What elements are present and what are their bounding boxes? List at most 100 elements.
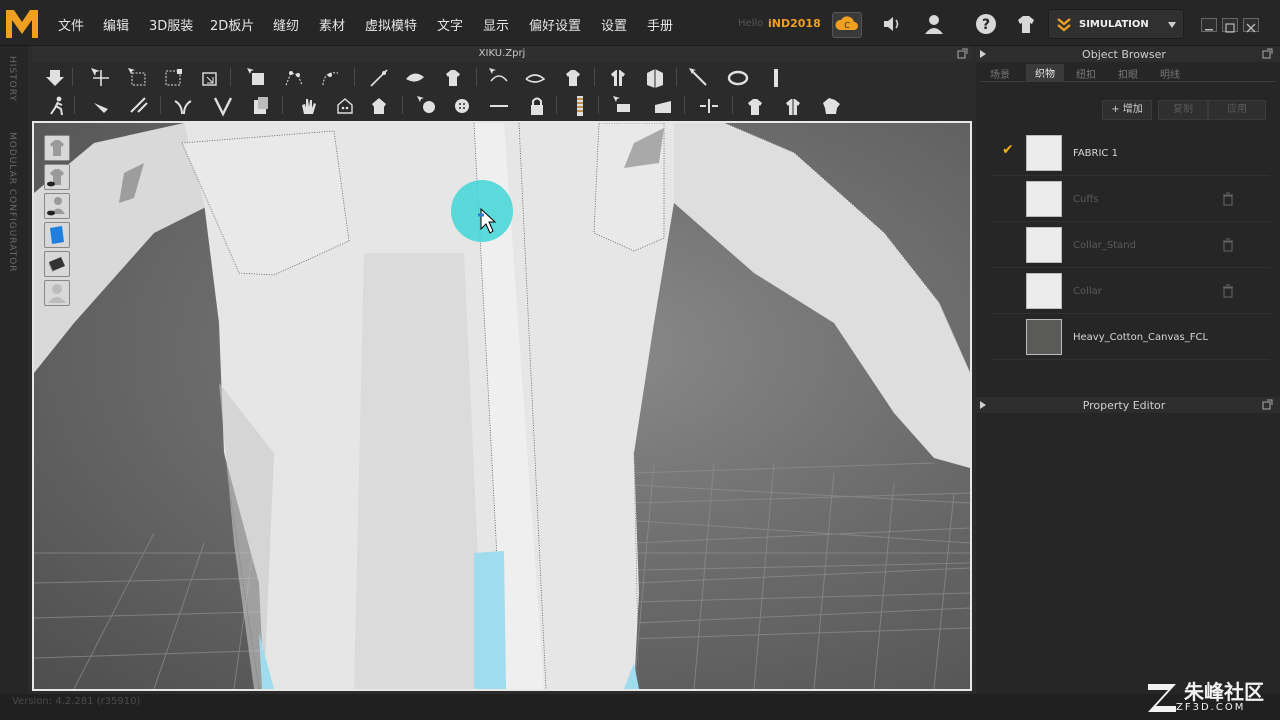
avatar-visibility-toggle[interactable] (44, 135, 70, 161)
measure-icon[interactable] (644, 67, 666, 89)
shirt-front-icon[interactable] (744, 95, 766, 117)
garment-tuck-icon[interactable] (442, 67, 464, 89)
shirt-icon[interactable] (562, 67, 584, 89)
garment-settings-icon[interactable] (1014, 12, 1038, 36)
edit-point-icon[interactable] (283, 67, 305, 89)
arrange-icon[interactable] (488, 67, 510, 89)
avatar-icon[interactable] (607, 67, 629, 89)
undock-icon[interactable] (1262, 48, 1273, 59)
walk-icon[interactable] (46, 95, 68, 117)
apply-fabric-button[interactable]: 应用 (1208, 100, 1266, 120)
hand-icon[interactable] (297, 95, 319, 117)
edit-pattern-icon[interactable] (246, 67, 268, 89)
trash-icon[interactable] (1222, 238, 1234, 252)
tab-button[interactable]: 纽扣 (1076, 66, 1096, 81)
shirt-back-icon[interactable] (782, 95, 804, 117)
elastic-icon[interactable] (652, 95, 674, 117)
shirt-side-icon[interactable] (820, 95, 842, 117)
strap-icon[interactable] (688, 67, 710, 89)
split-icon[interactable] (698, 95, 720, 117)
ruler-icon[interactable] (727, 67, 749, 89)
tab-topstitch[interactable]: 明线 (1160, 66, 1180, 81)
trash-icon[interactable] (1222, 284, 1234, 298)
cloud-button[interactable]: C (832, 12, 862, 38)
md-logo[interactable] (4, 6, 40, 42)
pin-icon[interactable] (524, 67, 546, 89)
tab-scene[interactable]: 场景 (990, 66, 1010, 81)
fabric-swatch[interactable] (1026, 181, 1062, 217)
edit-curve-icon[interactable] (320, 67, 342, 89)
3d-viewport[interactable] (32, 121, 972, 691)
fabric-swatch[interactable] (1026, 319, 1062, 355)
fabric-row[interactable]: Heavy_Cotton_Canvas_FCL (992, 316, 1270, 360)
user-icon[interactable] (922, 12, 946, 36)
vertical-bar-icon[interactable] (765, 67, 787, 89)
fold-arrange-icon[interactable] (250, 95, 272, 117)
fabric-swatch[interactable] (1026, 227, 1062, 263)
fabric-row[interactable]: ✔ FABRIC 1 (992, 132, 1270, 176)
free-sewing-icon[interactable] (404, 67, 426, 89)
tab-fabric[interactable]: 织物 (1026, 64, 1064, 82)
steam-icon[interactable] (90, 95, 112, 117)
texture-view-toggle[interactable] (44, 222, 70, 248)
3d-scene[interactable] (34, 123, 970, 689)
menu-display[interactable]: 显示 (483, 15, 509, 34)
undock-icon[interactable] (957, 48, 968, 59)
menu-avatar[interactable]: 虚拟模特 (365, 15, 417, 34)
menu-text[interactable]: 文字 (437, 15, 463, 34)
piping-icon[interactable] (612, 95, 634, 117)
menu-file[interactable]: 文件 (58, 15, 84, 34)
trash-icon[interactable] (1222, 192, 1234, 206)
menu-sewing[interactable]: 缝纫 (273, 15, 299, 34)
fabric-swatch[interactable] (1026, 135, 1062, 171)
maximize-button[interactable] (1222, 18, 1238, 33)
lock-icon[interactable] (526, 95, 548, 117)
segment-sewing-icon[interactable] (368, 67, 390, 89)
menu-2d-pattern[interactable]: 2D板片 (210, 15, 254, 34)
history-tab[interactable]: HISTORY (7, 56, 17, 102)
check-sewing-icon[interactable] (212, 95, 234, 117)
close-button[interactable] (1243, 18, 1259, 33)
fold-icon[interactable] (199, 67, 221, 89)
menu-3d-garment[interactable]: 3D服装 (149, 15, 193, 34)
simulation-mode-selector[interactable]: SIMULATION (1048, 9, 1184, 39)
fabric-row[interactable]: Collar (992, 270, 1270, 314)
buttonhole-shirt-icon[interactable] (368, 95, 390, 117)
minimize-button[interactable] (1201, 18, 1217, 32)
menu-manual[interactable]: 手册 (647, 15, 673, 34)
fabric-swatch[interactable] (1026, 273, 1062, 309)
move-down-icon[interactable] (44, 67, 66, 89)
toolbar-row-1 (32, 64, 972, 92)
edit-sewing-icon[interactable] (172, 95, 194, 117)
add-button-icon[interactable] (416, 95, 438, 117)
button-icon[interactable] (451, 95, 473, 117)
avatar-display-toggle[interactable] (44, 193, 70, 219)
topstitch-icon[interactable] (488, 95, 510, 117)
menu-settings[interactable]: 设置 (601, 15, 627, 34)
transform-pattern-icon[interactable] (90, 67, 112, 89)
copy-fabric-button[interactable]: 复制 (1158, 100, 1208, 120)
add-fabric-button[interactable]: + 增加 (1102, 100, 1152, 120)
select-box-icon[interactable] (127, 67, 149, 89)
help-icon[interactable]: ? (974, 12, 998, 36)
garment-visibility-toggle[interactable] (44, 164, 70, 190)
version-label: Version: 4.2.281 (r35910) (12, 696, 141, 707)
menu-edit[interactable]: 编辑 (103, 15, 129, 34)
tab-buttonhole[interactable]: 扣眼 (1118, 66, 1138, 81)
transform-box-icon[interactable] (162, 67, 184, 89)
modular-configurator-tab[interactable]: MODULAR CONFIGURATOR (7, 132, 17, 273)
iron-icon[interactable] (128, 95, 150, 117)
fabric-row[interactable]: Collar_Stand (992, 224, 1270, 268)
fabric-row[interactable]: Cuffs (992, 178, 1270, 222)
watermark-logo: 朱峰社区 ZF3D.COM (1140, 676, 1280, 720)
puckering-icon[interactable] (334, 95, 356, 117)
avatar-x-ray-toggle[interactable] (44, 280, 70, 306)
username[interactable]: iND2018 (768, 17, 821, 30)
menu-materials[interactable]: 素材 (319, 15, 345, 34)
thickness-view-toggle[interactable] (44, 251, 70, 277)
undock-icon[interactable] (1262, 399, 1273, 410)
document-title-bar: XIKU.Zprj (32, 46, 972, 62)
menu-preferences[interactable]: 偏好设置 (529, 15, 581, 34)
zipper-icon[interactable] (569, 95, 591, 117)
speaker-icon[interactable] (880, 12, 904, 36)
